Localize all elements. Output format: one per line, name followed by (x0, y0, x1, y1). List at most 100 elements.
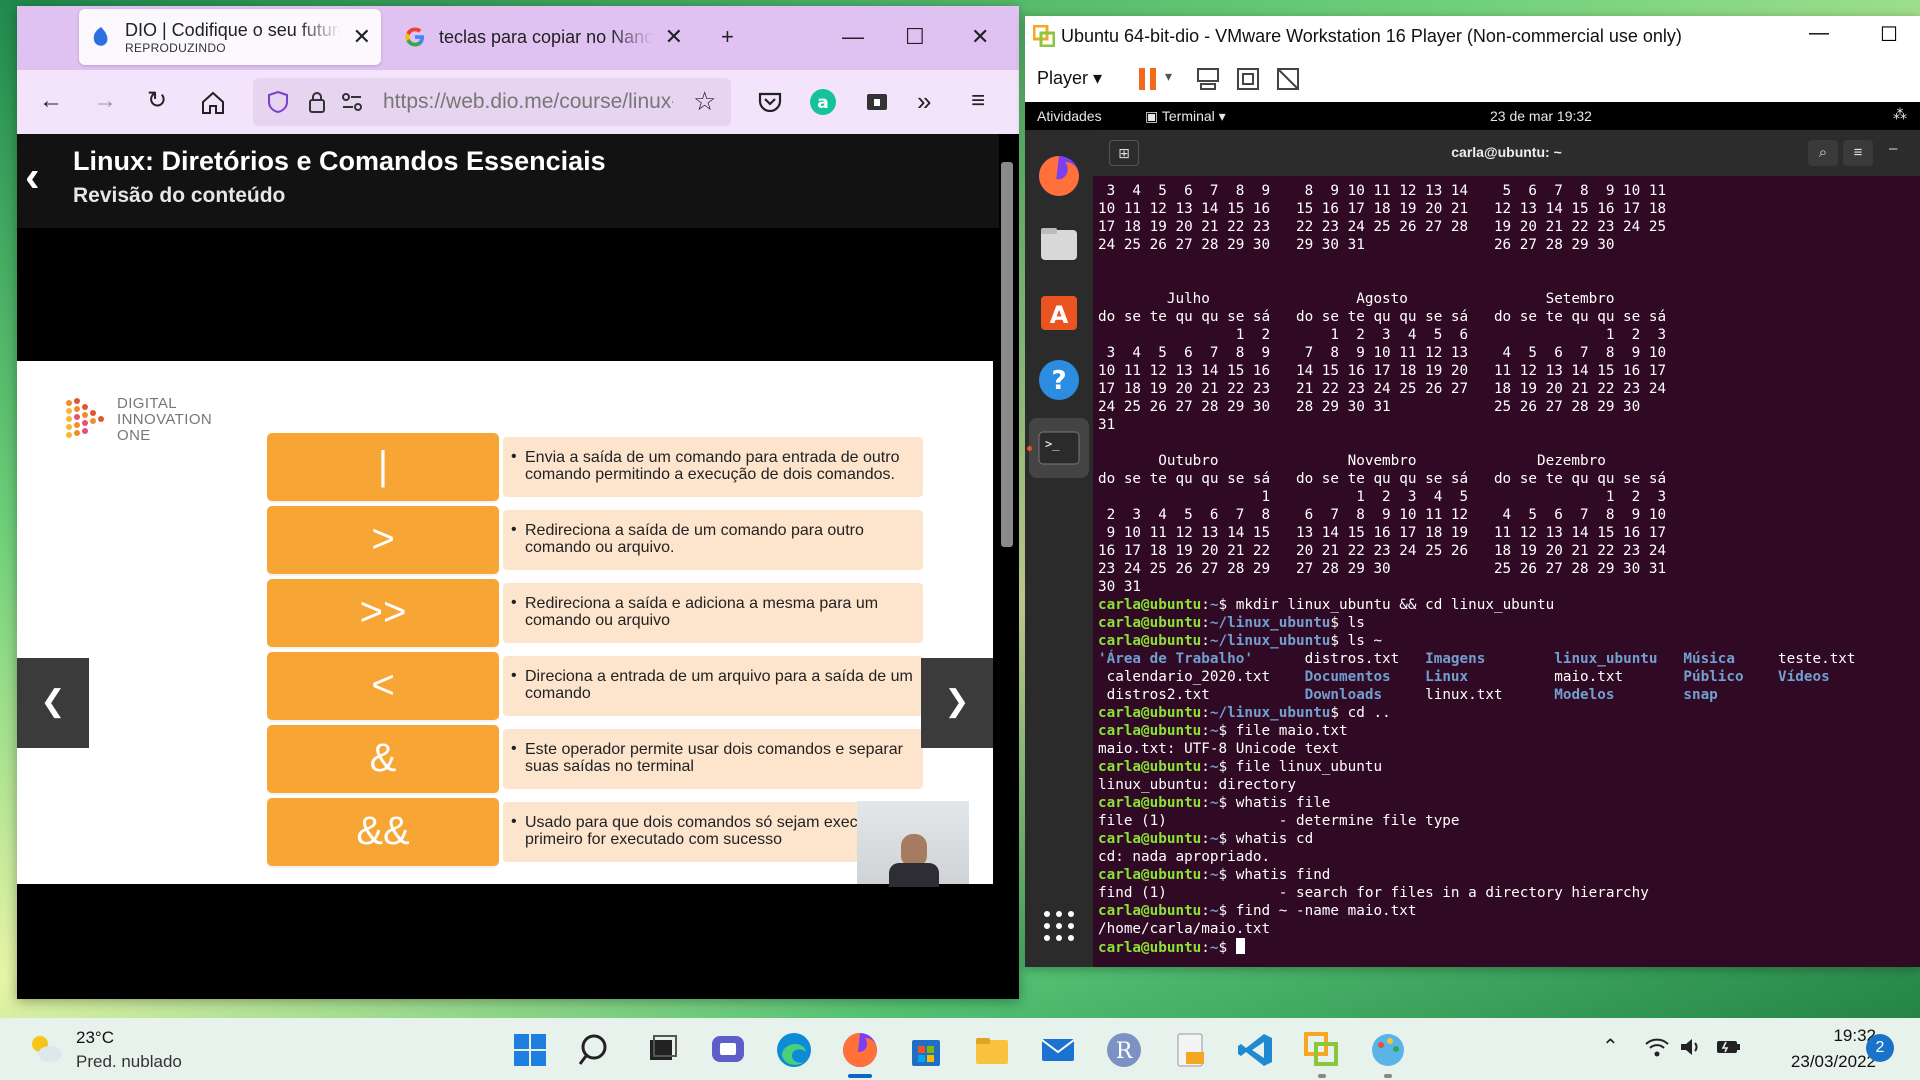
software-center-icon[interactable]: A (1035, 288, 1083, 336)
weather-partly-cloudy-icon[interactable] (28, 1032, 64, 1064)
maximize-icon[interactable]: ☐ (905, 24, 925, 50)
network-icon[interactable]: ⁂ (1893, 106, 1907, 123)
terminal-line: 23 24 25 26 27 28 29 27 28 29 30 25 26 2… (1098, 561, 1667, 577)
activities-button[interactable]: Atividades (1037, 108, 1102, 124)
chevron-up-icon[interactable]: ⌃ (1602, 1034, 1619, 1059)
task-view-icon[interactable] (642, 1030, 682, 1070)
back-chevron-icon[interactable]: ‹ (25, 152, 40, 202)
close-tab-icon[interactable]: ✕ (665, 24, 683, 50)
reload-icon[interactable]: ↻ (147, 87, 167, 115)
url-bar[interactable]: https://web.dio.me/course/linux-diretori… (253, 78, 731, 126)
more-tools-icon[interactable]: » (917, 87, 931, 115)
next-slide-button[interactable]: ❯ (921, 658, 993, 748)
pdf-document-icon[interactable] (1170, 1030, 1210, 1070)
url-text[interactable]: https://web.dio.me/course/linux-diretori… (383, 90, 673, 114)
wifi-icon[interactable] (1644, 1036, 1670, 1058)
windows-start-icon[interactable] (510, 1030, 550, 1070)
prompt-path: ~ (1209, 723, 1219, 739)
taskbar-time[interactable]: 19:32 (1792, 1026, 1876, 1046)
tab-google[interactable]: teclas para copiar no Nano? ✕ (393, 9, 693, 65)
prompt-separator: : (1201, 759, 1210, 775)
r-app-icon[interactable]: R (1104, 1030, 1144, 1070)
gnome-clock[interactable]: 23 de mar 19:32 (1490, 108, 1592, 124)
terminal-line: 9 10 11 12 13 14 15 13 14 15 16 17 18 19… (1098, 525, 1667, 541)
prompt-separator: : (1201, 705, 1210, 721)
terminal-icon[interactable]: >_ (1035, 424, 1083, 472)
scrollbar[interactable] (1001, 162, 1013, 547)
operator-description: Redireciona a saída de um comando para o… (503, 510, 923, 570)
extension-icon[interactable] (865, 90, 889, 114)
previous-slide-button[interactable]: ❮ (17, 658, 89, 748)
close-window-icon[interactable]: ✕ (971, 24, 989, 50)
forward-icon[interactable]: → (93, 87, 117, 115)
maximize-icon[interactable]: ☐ (1880, 22, 1898, 47)
tab-dio[interactable]: DIO | Codifique o seu futuro REPRODUZIND… (79, 9, 381, 65)
taskbar-date[interactable]: 23/03/2022 (1762, 1052, 1876, 1072)
menu-icon[interactable]: ≡ (971, 87, 985, 115)
prompt-separator: : (1201, 633, 1210, 649)
hamburger-menu-icon[interactable]: ≡ (1843, 140, 1873, 166)
grammarly-icon[interactable]: a (809, 88, 837, 116)
terminal-prompt-line: carla@ubuntu:~$ file maio.txt (1098, 722, 1920, 740)
terminal-app-menu[interactable]: ▣ Terminal ▾ (1145, 108, 1226, 125)
pause-dropdown-icon[interactable]: ▾ (1165, 68, 1172, 85)
minimize-icon[interactable]: – (1889, 140, 1897, 157)
terminal-prompt-line: carla@ubuntu:~$ file linux_ubuntu (1098, 758, 1920, 776)
notification-badge[interactable]: 2 (1866, 1034, 1894, 1062)
battery-charging-icon[interactable] (1714, 1036, 1742, 1058)
bookmark-star-icon[interactable]: ☆ (693, 86, 716, 117)
terminal-command: mkdir linux_ubuntu && cd linux_ubuntu (1235, 597, 1555, 613)
terminal-line: Outubro Novembro Dezembro (1098, 453, 1606, 469)
operator-row: >> Redireciona a saída e adiciona a mesm… (267, 579, 937, 647)
minimize-icon[interactable]: — (842, 24, 864, 50)
new-tab-button[interactable]: + (721, 24, 734, 50)
weather-temperature[interactable]: 23°C (76, 1028, 114, 1048)
terminal-line: 3 4 5 6 7 8 9 8 9 10 11 12 13 14 5 6 7 8… (1098, 183, 1667, 199)
terminal-line: 3 4 5 6 7 8 9 7 8 9 10 11 12 13 4 5 6 7 … (1098, 345, 1667, 361)
lock-icon[interactable] (307, 90, 327, 114)
microsoft-store-icon[interactable] (906, 1030, 946, 1070)
show-apps-icon[interactable] (1035, 902, 1083, 950)
pause-icon[interactable] (1137, 66, 1159, 92)
vm-display[interactable]: Atividades ▣ Terminal ▾ 23 de mar 19:32 … (1025, 102, 1920, 967)
back-icon[interactable]: ← (39, 87, 63, 115)
terminal-output[interactable]: 3 4 5 6 7 8 9 8 9 10 11 12 13 14 5 6 7 8… (1098, 182, 1920, 967)
prompt-symbol: $ (1218, 940, 1236, 956)
prompt-symbol: $ (1218, 831, 1236, 847)
help-icon[interactable]: ? (1035, 356, 1083, 404)
operator-key: >> (267, 579, 499, 647)
home-icon[interactable] (200, 90, 226, 116)
minimize-icon[interactable]: — (1809, 22, 1829, 45)
prompt-path: ~ (1209, 867, 1219, 883)
teams-chat-icon[interactable] (708, 1030, 748, 1070)
vmware-taskbar-icon[interactable] (1302, 1030, 1342, 1070)
firefox-icon[interactable] (1035, 152, 1083, 200)
pocket-icon[interactable] (757, 89, 783, 115)
vscode-icon[interactable] (1236, 1030, 1276, 1070)
terminal-line: 1 2 1 2 3 4 5 6 1 2 3 (1098, 327, 1667, 343)
terminal-command: file linux_ubuntu (1235, 759, 1383, 775)
mail-icon[interactable] (1038, 1030, 1078, 1070)
ls-directory: Público (1683, 669, 1779, 685)
prompt-symbol: $ (1218, 795, 1236, 811)
file-explorer-icon[interactable] (972, 1030, 1012, 1070)
unity-icon[interactable] (1275, 66, 1301, 92)
paint-icon[interactable] (1368, 1030, 1408, 1070)
close-tab-icon[interactable]: ✕ (353, 24, 371, 50)
course-subtitle: Revisão do conteúdo (73, 184, 286, 207)
weather-description[interactable]: Pred. nublado (76, 1052, 182, 1072)
volume-icon[interactable] (1678, 1036, 1704, 1058)
player-menu[interactable]: Player ▾ (1037, 68, 1102, 89)
edge-icon[interactable] (774, 1030, 814, 1070)
search-icon[interactable] (577, 1030, 617, 1070)
fullscreen-icon[interactable] (1235, 66, 1261, 92)
files-icon[interactable] (1035, 220, 1083, 268)
permissions-icon[interactable] (341, 92, 363, 112)
operator-row: | Envia a saída de um comando para entra… (267, 433, 937, 501)
search-icon[interactable]: ⌕ (1808, 140, 1838, 166)
send-keys-icon[interactable] (1195, 66, 1221, 92)
video-slide[interactable]: DIGITAL INNOVATION ONE ↖ | Envia a saída… (17, 361, 993, 887)
shield-icon[interactable] (267, 90, 289, 114)
firefox-taskbar-icon[interactable] (840, 1030, 880, 1070)
